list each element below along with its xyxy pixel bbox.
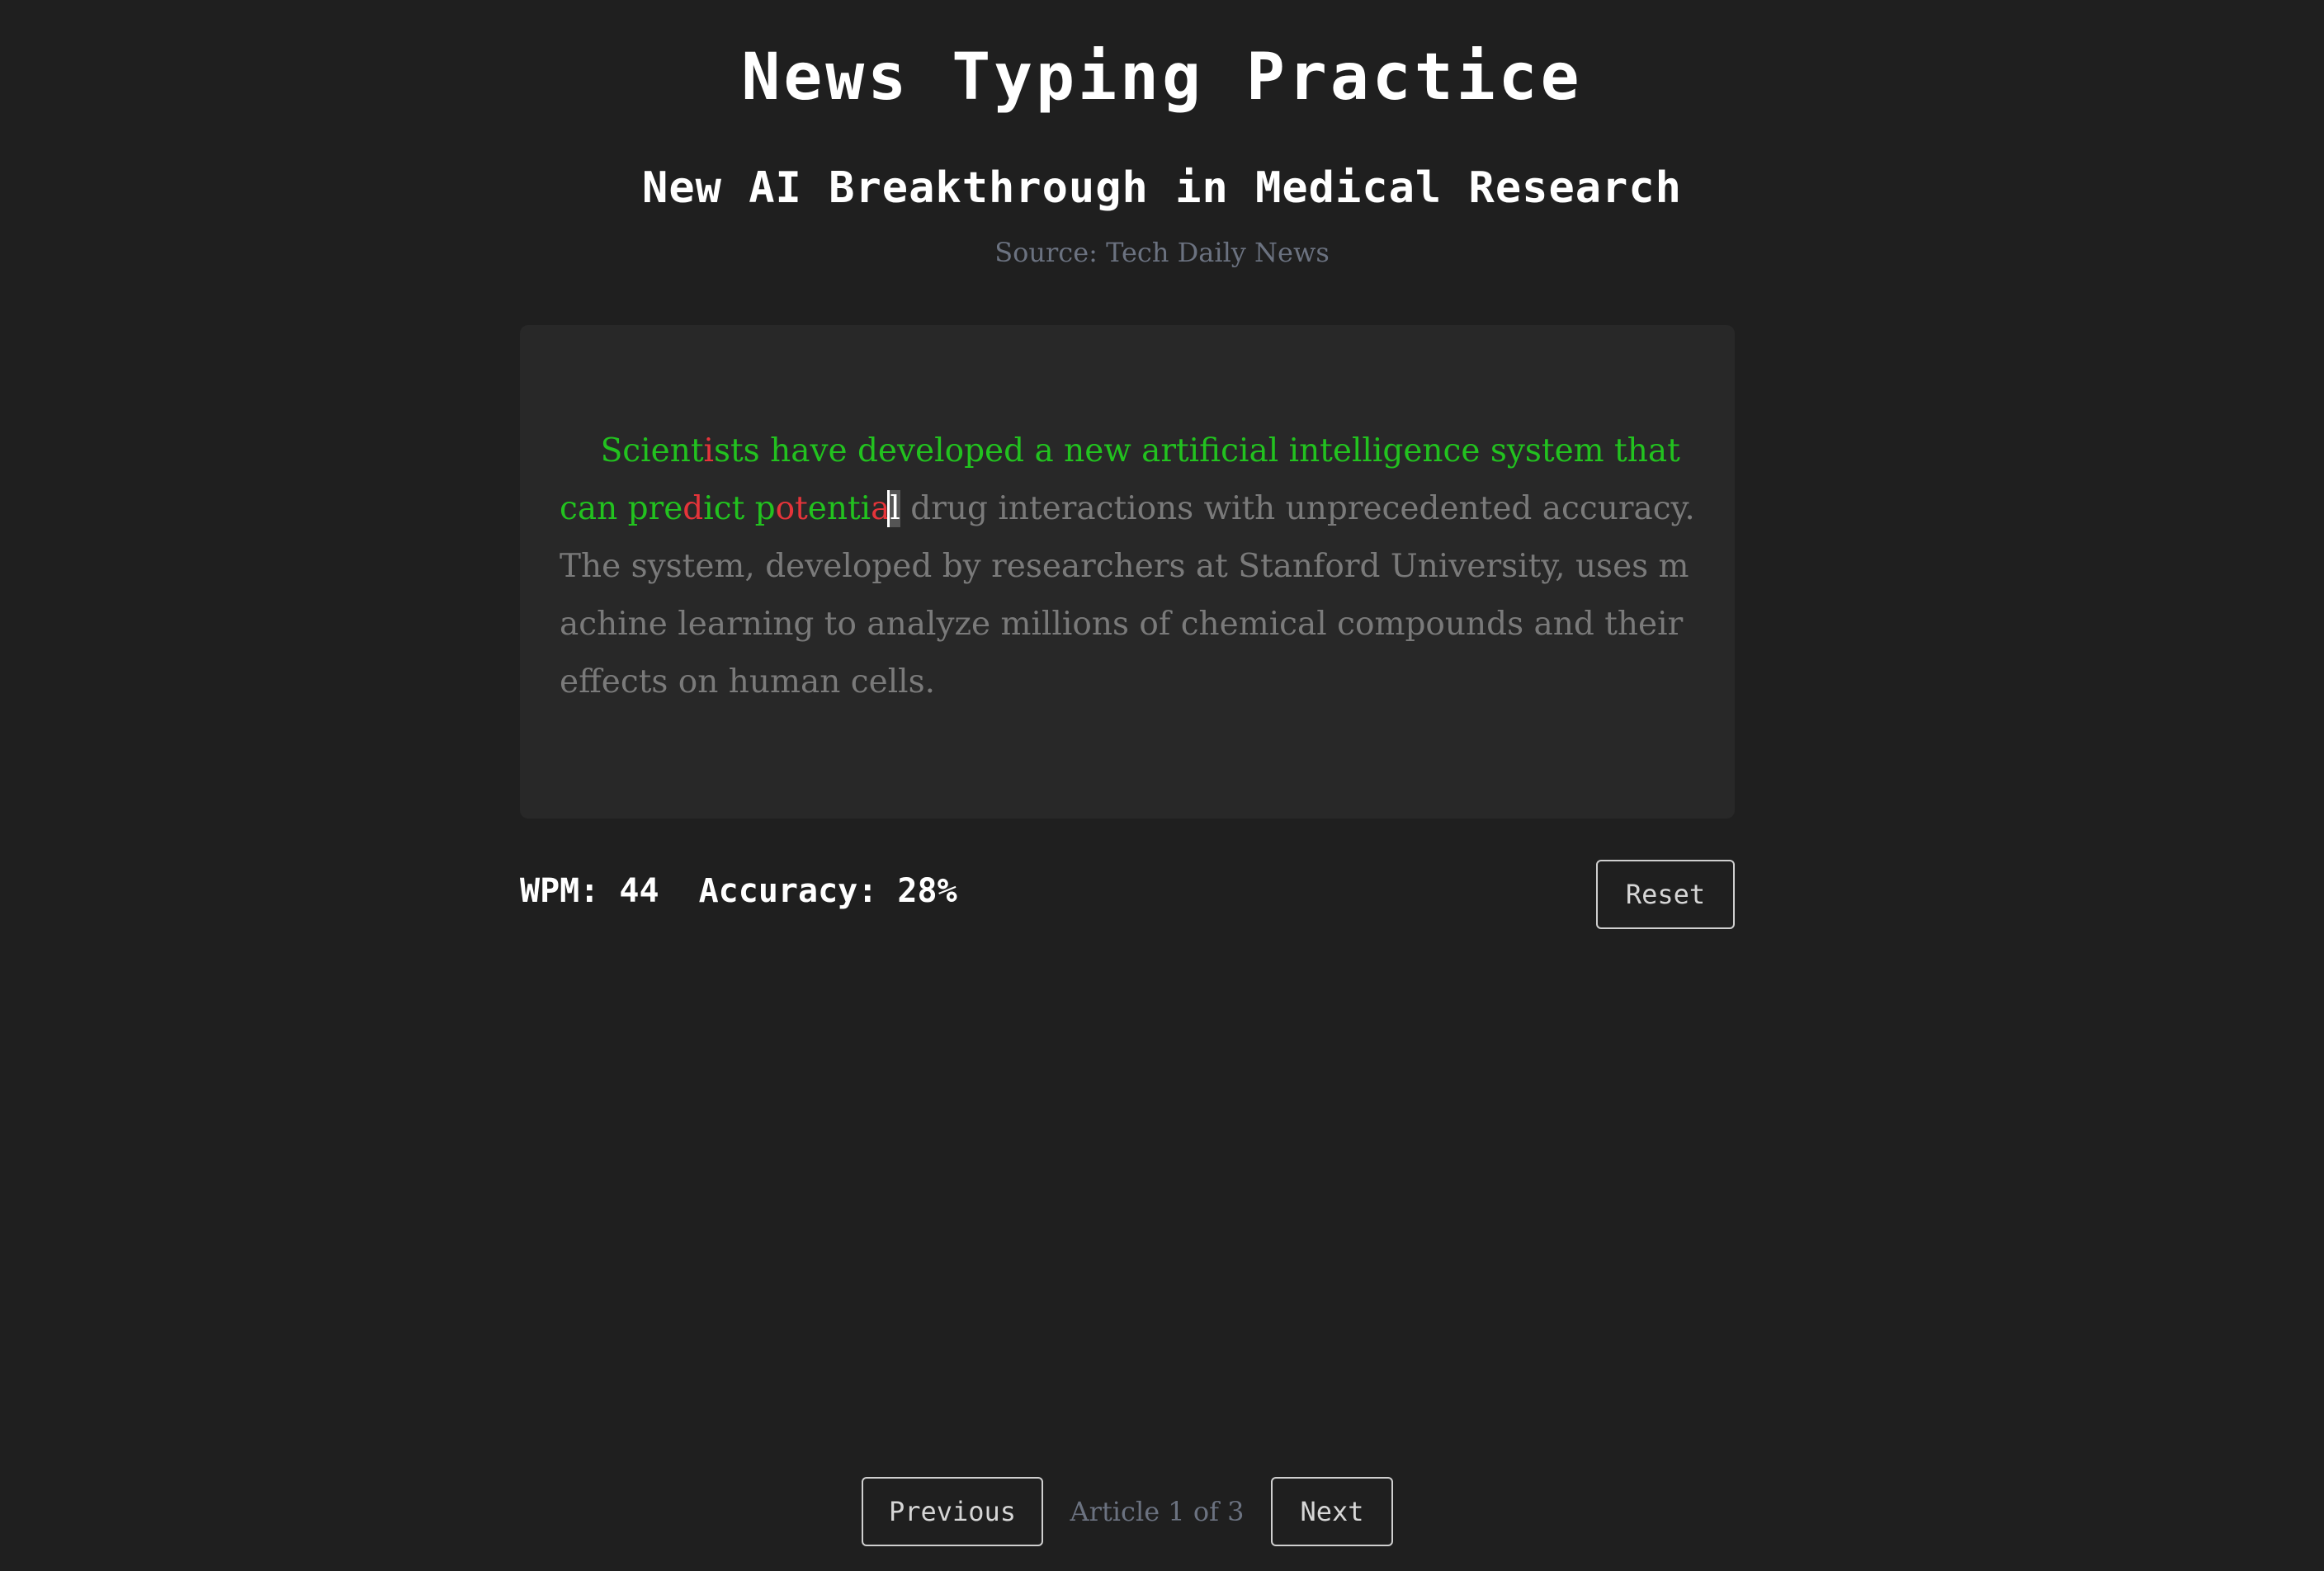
typed-correct-text: enti <box>807 490 872 527</box>
typing-text: Scientists have developed a new artifici… <box>560 365 1695 769</box>
typed-wrong-text: i <box>703 432 714 469</box>
typed-wrong-text: d <box>683 490 704 527</box>
reset-button[interactable]: Reset <box>1596 860 1735 929</box>
next-button[interactable]: Next <box>1271 1477 1393 1546</box>
typing-area[interactable]: Scientists have developed a new artifici… <box>520 325 1735 819</box>
article-counter: Article 1 of 3 <box>1070 1496 1245 1527</box>
accuracy-stat: Accuracy: 28% <box>698 872 957 910</box>
cursor-character: l <box>890 490 900 527</box>
typed-correct-text: Scient <box>600 432 704 469</box>
typed-correct-text: ict p <box>703 490 776 527</box>
typed-wrong-text: ot <box>775 490 808 527</box>
page-title: News Typing Practice <box>741 40 1583 115</box>
previous-button[interactable]: Previous <box>862 1477 1043 1546</box>
wpm-stat: WPM: 44 <box>520 872 659 910</box>
typed-wrong-text: a <box>871 490 890 527</box>
article-title: New AI Breakthrough in Medical Research <box>642 163 1682 213</box>
stats-bar: WPM: 44 Accuracy: 28% <box>520 868 957 914</box>
article-source: Source: Tech Daily News <box>994 237 1330 268</box>
